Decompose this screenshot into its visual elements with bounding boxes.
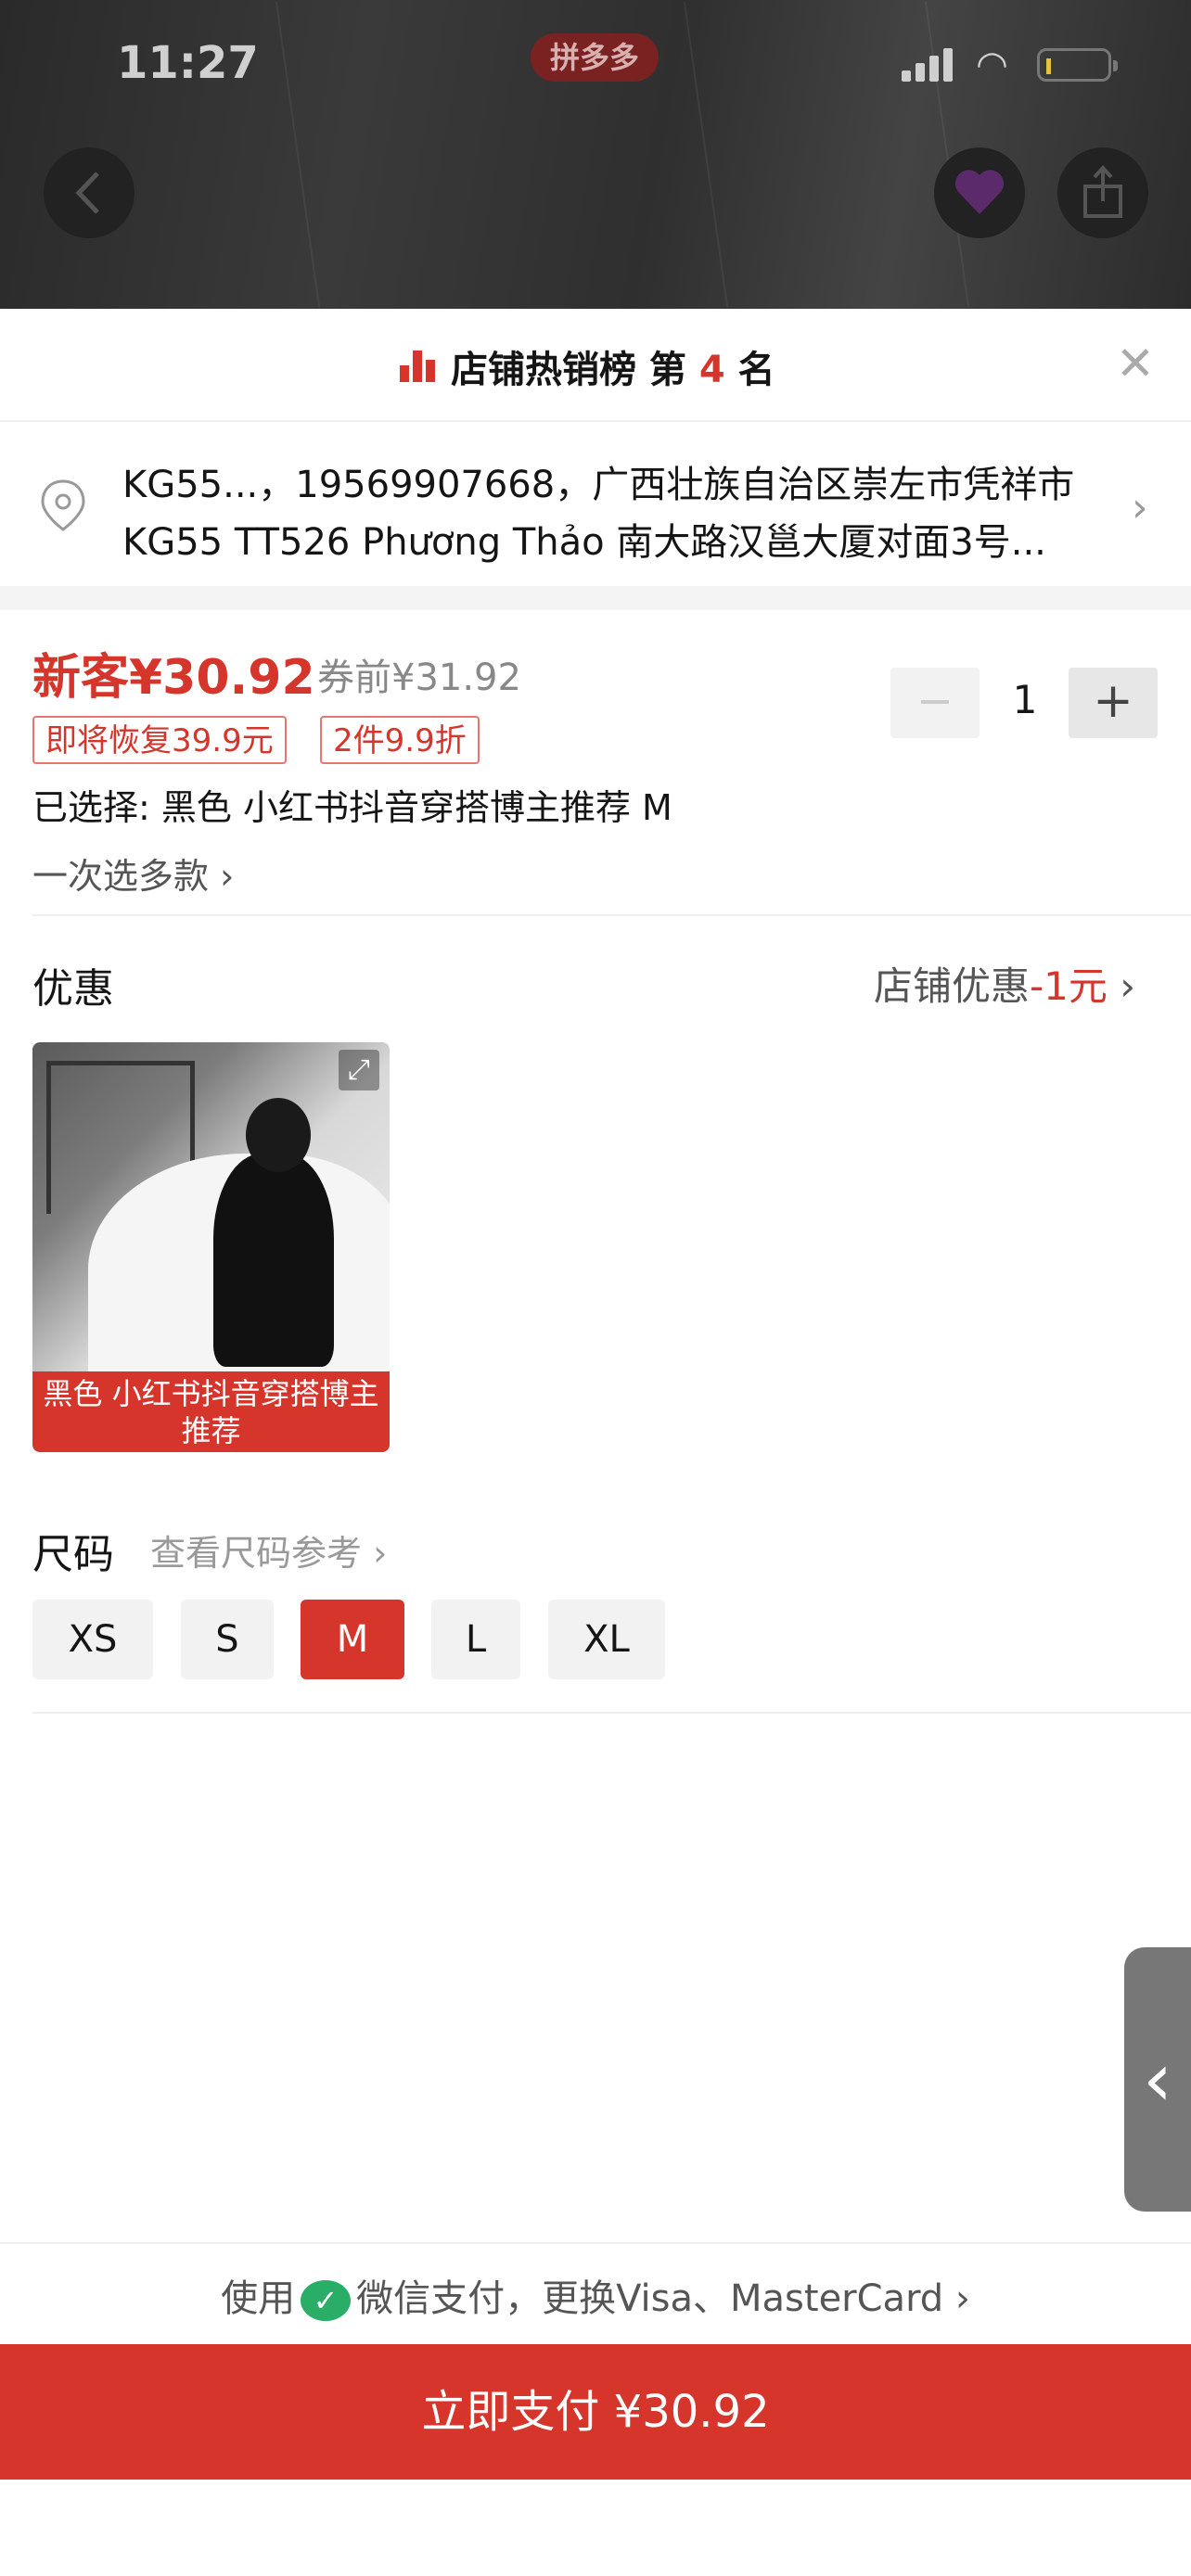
promo-title: 优惠: [32, 965, 114, 1013]
side-drawer-tab[interactable]: ‹: [1124, 1947, 1191, 2212]
pay-now-button[interactable]: 立即支付 ¥30.92: [0, 2344, 1191, 2480]
favorite-button[interactable]: [934, 147, 1025, 238]
new-customer-price: 新客¥30.92: [32, 650, 315, 706]
expand-icon[interactable]: ⤢: [339, 1050, 379, 1090]
size-option-xl[interactable]: XL: [548, 1600, 665, 1679]
chevron-left-icon: [75, 172, 99, 214]
sku-option-card[interactable]: ⤢ 黑色 小红书抖音穿搭博主推荐: [32, 1042, 390, 1452]
sku-option-label: 黑色 小红书抖音穿搭博主推荐: [32, 1371, 390, 1452]
ranking-icon: [400, 345, 437, 382]
address-line-2: KG55 TT526 Phương Thảo 南大路汉邕大厦对面3号...: [122, 521, 1046, 564]
share-button[interactable]: [1057, 147, 1148, 238]
divider: [32, 1712, 1191, 1714]
quantity-value[interactable]: 1: [1002, 677, 1048, 722]
chevron-right-icon: ›: [1132, 484, 1148, 531]
store-discount-link[interactable]: 店铺优惠-1元 ›: [874, 955, 1135, 1012]
heart-icon: [954, 170, 1005, 214]
multi-select-link[interactable]: 一次选多款 ›: [32, 848, 234, 899]
wechat-icon: ✓: [301, 2280, 352, 2321]
quantity-increase-button[interactable]: +: [1069, 668, 1158, 738]
size-reference-link[interactable]: 查看尺码参考 ›: [150, 1524, 387, 1575]
status-time: 11:27: [117, 37, 259, 89]
address-line-1: KG55...，19569907668，广西壮族自治区崇左市凭祥市: [122, 464, 1075, 506]
payment-method-text[interactable]: 使用 ✓ 微信支付，更换Visa、MasterCard ›: [0, 2268, 1191, 2322]
app-badge: 拼多多: [531, 33, 659, 82]
size-option-m[interactable]: M: [301, 1600, 404, 1679]
chevron-right-icon: ›: [209, 856, 235, 897]
selected-variant: 已选择: 黑色 小红书抖音穿搭博主推荐 M: [32, 787, 672, 828]
wifi-icon: ◠: [976, 44, 1008, 86]
signal-icon: [902, 48, 955, 82]
rank-text: 店铺热销榜 第 4 名: [451, 349, 775, 391]
pre-coupon-price: 券前¥31.92: [317, 657, 521, 699]
share-icon: [1083, 165, 1122, 218]
location-pin-icon: [37, 478, 89, 533]
quantity-decrease-button[interactable]: −: [890, 668, 980, 738]
chevron-right-icon: ›: [362, 1533, 388, 1574]
close-icon[interactable]: ✕: [1116, 340, 1155, 387]
price-restore-tag: 即将恢复39.9元: [32, 716, 287, 764]
chevron-right-icon: ›: [943, 2277, 970, 2320]
size-option-s[interactable]: S: [181, 1600, 274, 1679]
discount-tag: 2件9.9折: [320, 716, 480, 764]
size-option-xs[interactable]: XS: [32, 1600, 153, 1679]
chevron-left-icon: ‹: [1143, 2036, 1172, 2123]
product-photo: [32, 1042, 390, 1385]
section-divider: [0, 586, 1191, 610]
chevron-right-icon: ›: [1107, 963, 1136, 1009]
back-button[interactable]: [44, 147, 134, 238]
divider: [32, 914, 1191, 916]
size-option-l[interactable]: L: [431, 1600, 520, 1679]
size-title: 尺码: [32, 1531, 114, 1578]
battery-icon: [1037, 48, 1118, 82]
